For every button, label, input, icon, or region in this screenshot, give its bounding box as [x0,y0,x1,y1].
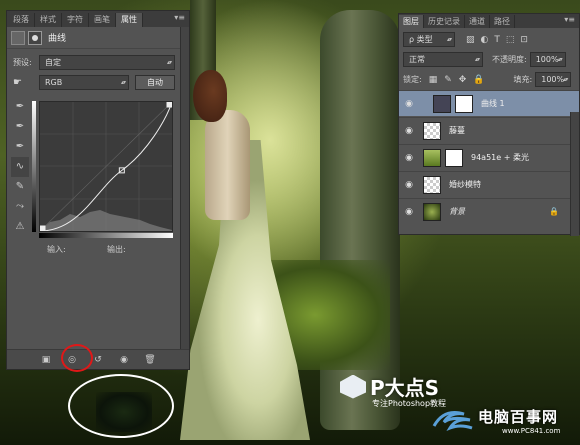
white-eyedropper-icon[interactable]: ✒ [11,137,29,157]
layer-row[interactable]: ◉ 94a51e + 柔光 [399,144,579,170]
fill-label: 填充: [513,75,533,84]
lock-position-icon[interactable]: ✥ [459,75,467,85]
layer-name[interactable]: 背景 [449,206,465,217]
layer-name[interactable]: 藤蔓 [449,125,465,136]
output-label: 输出: [107,245,126,254]
highlight-red-circle [61,344,93,372]
auto-button[interactable]: 自动 [135,75,175,90]
layer-mask-thumb [445,148,463,167]
smooth-icon[interactable]: ⤳ [11,197,29,217]
brand-logo-icon [340,374,366,399]
layers-panel: 图层 历史记录 通道 路径 ▾≡ ρ 类型 ▨ ◐ T ⬚ ⊡ 正常 不透明度:… [398,13,580,236]
pixel-filter-icon[interactable]: ▨ [466,35,475,45]
preset-label: 预设: [13,58,32,67]
tab-styles[interactable]: 样式 [35,13,62,27]
curve-graph[interactable] [39,101,173,232]
curve-control-point [166,102,172,108]
lock-icon: 🔒 [549,207,559,216]
mask-icon[interactable] [28,30,42,45]
opacity-input[interactable]: 100% [529,52,566,67]
watermark-site: 电脑百事网 www.PC841.com [430,402,580,442]
gray-eyedropper-icon[interactable]: ✒ [11,117,29,137]
tab-history[interactable]: 历史记录 [424,15,465,28]
tab-character[interactable]: 字符 [62,13,89,27]
eye-icon[interactable]: ◉ [399,207,419,217]
curve-edit-icon[interactable]: ∿ [11,157,29,177]
properties-scrollbar[interactable] [180,27,189,349]
tab-properties[interactable]: 属性 [116,13,143,27]
layer-thumb [423,202,441,221]
bride-torso [205,110,250,220]
layer-filter-select[interactable]: ρ 类型 [403,32,455,47]
opacity-label: 不透明度: [492,55,527,64]
histogram [40,210,172,231]
bride-head [193,70,227,122]
shape-filter-icon[interactable]: ⬚ [506,35,515,45]
lock-pixels-icon[interactable]: ✎ [444,75,452,85]
panel-menu-icon[interactable]: ▾≡ [174,13,185,22]
hand-tool-icon[interactable]: ☛ [13,77,39,88]
curve-control-point [40,225,46,231]
curves-tools: ✒ ✒ ✒ ∿ ✎ ⤳ ⚠ [11,97,29,237]
lock-transparency-icon[interactable]: ▦ [429,75,438,85]
site-url: www.PC841.com [502,427,561,435]
layer-mask-thumb [455,94,473,113]
eye-icon[interactable]: ◉ [399,180,419,190]
preset-select[interactable]: 自定 [39,55,175,70]
tab-channels[interactable]: 通道 [465,15,490,28]
visibility-icon[interactable]: ◉ [115,353,133,367]
tab-layers[interactable]: 图层 [399,15,424,28]
properties-header: 曲线 [7,27,189,49]
properties-panel: 段落 样式 字符 画笔 属性 ▾≡ 曲线 预设: 自定 ☛ RGB 自动 ✒ ✒… [6,10,190,370]
curves-layer-thumb [433,94,451,113]
smart-filter-icon[interactable]: ⊡ [520,35,528,45]
curves-adjustment-icon[interactable] [11,30,25,45]
tab-paths[interactable]: 路径 [490,15,515,28]
input-gradient [39,233,173,238]
watermark-brand: P大点S [340,372,439,401]
properties-title: 曲线 [48,34,67,44]
tab-brush[interactable]: 画笔 [89,13,116,27]
eye-icon[interactable]: ◉ [399,153,419,163]
channel-select[interactable]: RGB [39,75,129,90]
layers-menu-icon[interactable]: ▾≡ [564,15,575,24]
eye-icon[interactable]: ◉ [399,99,419,109]
properties-tab-bar: 段落 样式 字符 画笔 属性 ▾≡ [7,11,189,27]
filter-icons: ▨ ◐ T ⬚ ⊡ [466,35,528,45]
layers-tab-bar: 图层 历史记录 通道 路径 ▾≡ [399,14,579,28]
layer-row[interactable]: ◉ 背景 🔒 [399,198,579,224]
layer-thumb [423,148,441,167]
layer-row[interactable]: ◉ 曲线 1 [399,90,579,116]
input-label: 输入: [47,245,66,254]
output-gradient [32,101,36,232]
fill-input[interactable]: 100% [535,72,572,87]
layer-name[interactable]: 婚纱模特 [449,179,481,190]
properties-bottom-bar: ▣ ◎ ↺ ◉ 🗑 [7,349,189,369]
tab-paragraph[interactable]: 段落 [8,13,35,27]
blend-mode-select[interactable]: 正常 [403,52,483,67]
layer-thumb [423,175,441,194]
swirl-logo-icon [432,411,473,432]
clipping-warning-icon[interactable]: ⚠ [11,217,29,237]
layer-row[interactable]: ◉ 藤蔓 [399,117,579,143]
layer-row[interactable]: ◉ 婚纱模特 [399,171,579,197]
type-filter-icon[interactable]: T [494,35,500,45]
delete-icon[interactable]: 🗑 [141,353,159,367]
highlight-white-ellipse [68,374,174,438]
layers-scrollbar[interactable] [570,112,579,236]
layer-thumb [423,121,441,140]
layer-name[interactable]: 曲线 1 [481,98,505,109]
adjustment-filter-icon[interactable]: ◐ [481,35,489,45]
lock-label: 锁定: [403,75,422,84]
site-name: 电脑百事网 [478,408,559,426]
pencil-icon[interactable]: ✎ [11,177,29,197]
lock-all-icon[interactable]: 🔒 [473,75,484,85]
black-eyedropper-icon[interactable]: ✒ [11,97,29,117]
layer-name[interactable]: 94a51e + 柔光 [471,152,529,163]
brand-name: P大点S [370,376,440,400]
clip-to-layer-icon[interactable]: ▣ [37,353,55,367]
eye-icon[interactable]: ◉ [399,126,419,136]
